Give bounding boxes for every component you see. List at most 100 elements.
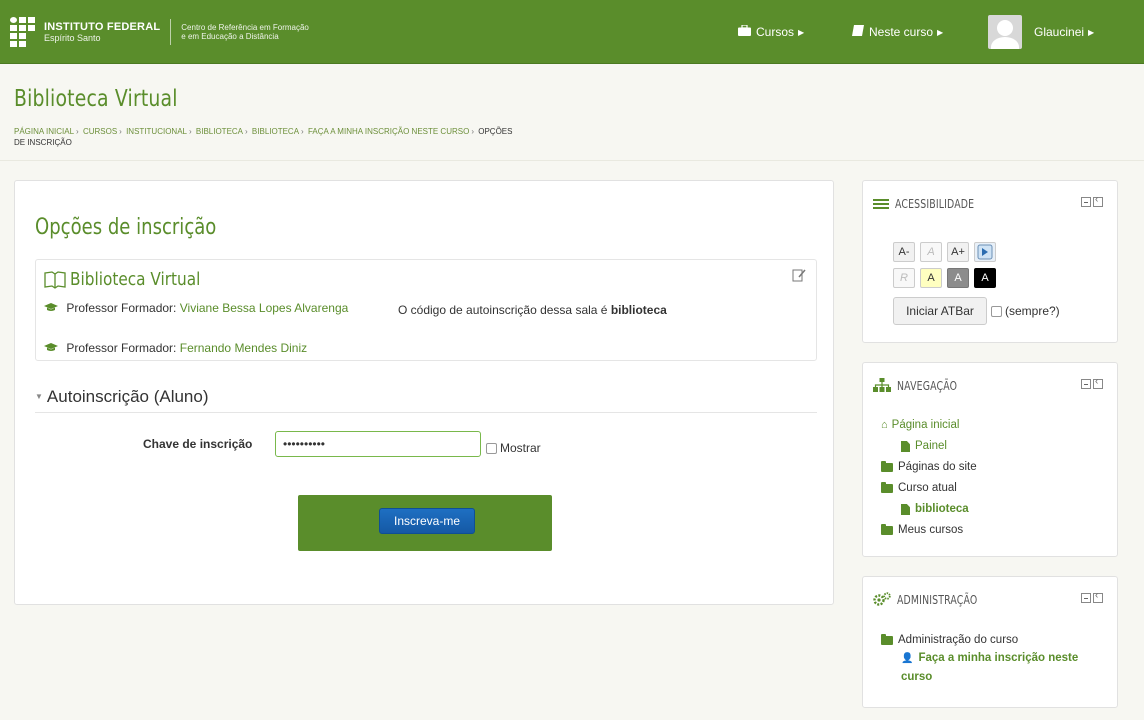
increase-font-button[interactable]: A+: [947, 242, 969, 262]
user-icon: 👤: [901, 653, 914, 664]
reset-font-button[interactable]: A: [920, 242, 942, 262]
always-checkbox[interactable]: [991, 305, 1002, 317]
dock-icon[interactable]: [1093, 376, 1103, 389]
black-contrast-button[interactable]: A: [974, 268, 996, 288]
sitemap-icon: [873, 377, 891, 395]
user-name: Glaucinei: [1034, 25, 1085, 39]
logo-desc-line-2: e em Educação a Distância: [181, 32, 279, 41]
menu-this-course-label: Neste curso: [869, 25, 934, 39]
main-content: Opções de inscrição Biblioteca Virtual P…: [14, 180, 834, 605]
breadcrumb-item[interactable]: INSTITUCIONAL: [126, 127, 187, 136]
block-controls: [1081, 590, 1103, 603]
logo-subtitle: Espírito Santo: [44, 33, 101, 43]
course-title[interactable]: Biblioteca Virtual: [44, 269, 223, 290]
course-name: Biblioteca Virtual: [70, 269, 201, 290]
accessibility-block: ACESSIBILIDADE A- A A+ R A A A Iniciar A…: [862, 180, 1118, 343]
show-password-checkbox[interactable]: [486, 442, 497, 454]
site-title[interactable]: Biblioteca Virtual: [14, 86, 178, 112]
page-icon: [901, 504, 910, 515]
teacher-name-link[interactable]: Fernando Mendes Diniz: [180, 341, 307, 355]
block-title: ACESSIBILIDADE: [895, 197, 975, 211]
nav-item-course-biblioteca[interactable]: biblioteca: [881, 499, 977, 520]
dock-icon[interactable]: [1093, 590, 1103, 603]
teacher-name-link[interactable]: Viviane Bessa Lopes Alvarenga: [180, 301, 349, 315]
nav-item-label: biblioteca: [915, 503, 969, 515]
briefcase-icon: [738, 24, 751, 39]
course-info-box: Biblioteca Virtual Professor Formador: V…: [35, 259, 817, 361]
breadcrumb-item[interactable]: BIBLIOTECA: [196, 127, 243, 136]
gears-icon: [873, 591, 891, 609]
folder-icon: [881, 524, 893, 535]
teacher-entry: Professor Formador: Viviane Bessa Lopes …: [44, 300, 364, 317]
home-icon: ⌂: [881, 419, 888, 431]
logo-desc-line-1: Centro de Referência em Formação: [181, 23, 309, 32]
caret-right-icon: ▶: [798, 27, 805, 37]
block-title: ADMINISTRAÇÃO: [897, 593, 978, 607]
nav-item-label: Páginas do site: [898, 461, 977, 473]
nav-item-label: Página inicial: [891, 419, 960, 431]
section-title: Autoinscrição (Aluno): [46, 386, 209, 406]
yellow-contrast-button[interactable]: A: [920, 268, 942, 288]
collapse-triangle-icon: ▼: [35, 392, 43, 401]
self-enrol-code-value: biblioteca: [610, 303, 667, 317]
breadcrumb-item[interactable]: CURSOS: [83, 127, 117, 136]
breadcrumb: PÁGINA INICIAL › CURSOS › INSTITUCIONAL › B…: [14, 127, 513, 147]
nav-item-current-course[interactable]: Curso atual: [881, 478, 977, 499]
graduation-cap-icon: [44, 301, 58, 317]
nav-item-site-pages[interactable]: Páginas do site: [881, 457, 977, 478]
breadcrumb-item[interactable]: PÁGINA INICIAL: [14, 127, 74, 136]
nav-item-dashboard[interactable]: Painel: [881, 436, 977, 457]
book-icon: [852, 25, 864, 39]
caret-right-icon: ▶: [937, 27, 944, 37]
self-enrol-section-header[interactable]: ▼ Autoinscrição (Aluno): [35, 381, 817, 413]
folder-icon: [881, 461, 893, 472]
show-password-toggle[interactable]: Mostrar: [486, 441, 541, 455]
dock-icon[interactable]: [1093, 194, 1103, 207]
menu-this-course[interactable]: Neste curso ▶: [852, 0, 943, 64]
admin-item-label: Faça a minha inscrição neste curso: [901, 652, 1079, 683]
breadcrumb-item[interactable]: BIBLIOTECA: [252, 127, 299, 136]
folder-open-icon: [881, 482, 893, 493]
save-settings-icon[interactable]: [974, 242, 996, 262]
admin-item-enrol-me[interactable]: 👤 Faça a minha inscrição neste curso: [881, 649, 1091, 686]
breadcrumb-item[interactable]: FAÇA A MINHA INSCRIÇÃO NESTE CURSO: [308, 127, 469, 136]
administration-block: ADMINISTRAÇÃO Administração do curso 👤Fa…: [862, 576, 1118, 708]
minimize-icon[interactable]: [1081, 593, 1091, 603]
page-header: Biblioteca Virtual: [14, 86, 214, 112]
teacher-entry: Professor Formador: Fernando Mendes Dini…: [44, 340, 307, 357]
block-controls: [1081, 376, 1103, 389]
folder-open-icon: [881, 633, 893, 645]
start-atbar-button[interactable]: Iniciar ATBar: [893, 297, 987, 325]
menu-courses-label: Cursos: [756, 25, 795, 39]
logo-description: Centro de Referência em Formação e em Ed…: [181, 23, 321, 41]
minimize-icon[interactable]: [1081, 197, 1091, 207]
caret-right-icon: ▶: [1088, 27, 1095, 37]
block-header: ADMINISTRAÇÃO: [873, 591, 1000, 609]
user-menu[interactable]: Glaucinei ▶: [988, 0, 1094, 64]
enrol-key-label: Chave de inscrição: [143, 437, 253, 451]
edit-icon[interactable]: [792, 268, 806, 285]
nav-item-my-courses[interactable]: Meus cursos: [881, 520, 977, 541]
logo-divider: [170, 19, 172, 45]
logo-mark-icon: [10, 17, 36, 47]
decrease-font-button[interactable]: A-: [893, 242, 915, 262]
logo-title: INSTITUTO FEDERAL: [44, 21, 161, 33]
admin-item-course-admin[interactable]: Administração do curso: [881, 631, 1091, 649]
admin-tree: Administração do curso 👤 Faça a minha ins…: [881, 631, 1091, 686]
enrol-me-button[interactable]: Inscreva-me: [379, 508, 475, 534]
open-book-icon: [44, 270, 66, 289]
block-title: NAVEGAÇÃO: [897, 379, 958, 393]
minimize-icon[interactable]: [1081, 379, 1091, 389]
grey-contrast-button[interactable]: A: [947, 268, 969, 288]
always-label: (sempre?): [1005, 304, 1060, 318]
nav-item-home[interactable]: ⌂ Página inicial: [881, 415, 977, 436]
top-navbar: INSTITUTO FEDERAL Espírito Santo Centro …: [0, 0, 1144, 64]
reset-colors-button[interactable]: R: [893, 268, 915, 288]
institution-logo[interactable]: INSTITUTO FEDERAL Espírito Santo Centro …: [10, 12, 321, 52]
enrol-key-input[interactable]: ••••••••••: [275, 431, 481, 457]
block-header: NAVEGAÇÃO: [873, 377, 974, 395]
menu-courses[interactable]: Cursos ▶: [738, 0, 804, 64]
page-icon: [901, 441, 910, 452]
self-enrol-code-text: O código de autoinscrição dessa sala é b…: [398, 303, 667, 317]
atbar-always-toggle[interactable]: (sempre?): [991, 304, 1060, 318]
